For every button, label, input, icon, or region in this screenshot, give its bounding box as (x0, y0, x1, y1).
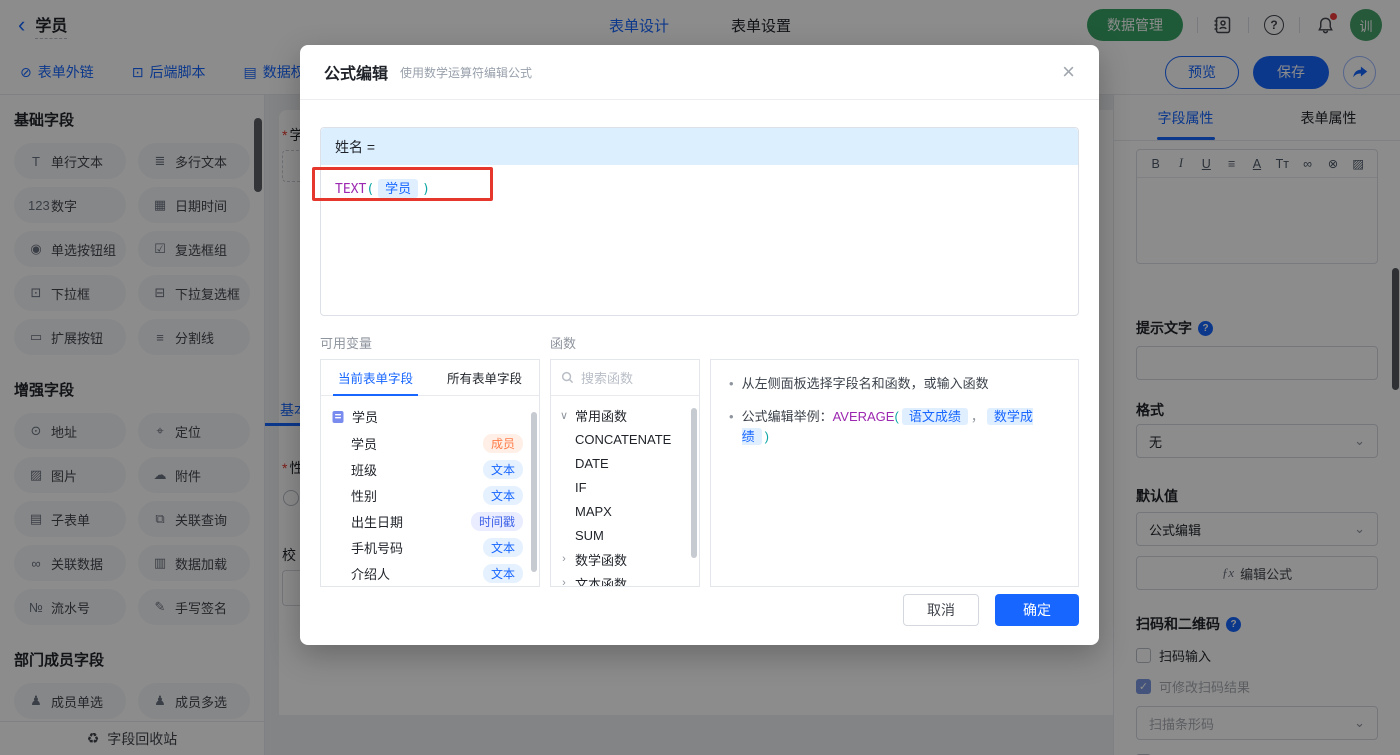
variable-row[interactable]: 出生日期 时间戳 (321, 508, 539, 534)
variable-name: 学员 (351, 436, 378, 452)
variable-row[interactable]: 介绍人 文本 (321, 560, 539, 586)
paren-token: ) (422, 182, 430, 197)
modal-title: 公式编辑 (324, 66, 389, 83)
function-item[interactable]: CONCATENATE (551, 427, 699, 451)
formula-target-row: 姓名 = (321, 128, 1078, 165)
variable-row[interactable]: 性别 文本 (321, 482, 539, 508)
confirm-button[interactable]: 确定 (995, 594, 1079, 626)
form-doc-icon (332, 410, 344, 423)
variable-type-badge: 文本 (482, 485, 523, 505)
formula-editor[interactable]: 姓名 = TEXT(学员) (312, 127, 1079, 316)
scrollbar-thumb[interactable] (531, 412, 537, 572)
variable-type-badge: 文本 (482, 537, 523, 557)
functions-label: 函数 (550, 336, 577, 351)
variable-tree-root[interactable]: 学员 (321, 403, 539, 430)
function-group[interactable]: ∨ 常用函数 (551, 403, 699, 427)
variable-name: 班级 (351, 462, 378, 478)
variable-type-badge: 文本 (482, 563, 523, 583)
formula-edit-modal: 公式编辑 使用数学运算符编辑公式 × 姓名 = TEXT(学员) 可用变量 函数… (300, 45, 1099, 645)
formula-function-token: TEXT (335, 182, 367, 197)
function-label: 常用函数 (575, 408, 628, 424)
function-group[interactable]: › 数学函数 (551, 547, 699, 571)
function-group[interactable]: › 文本函数 (551, 571, 699, 587)
formula-input-area[interactable]: TEXT(学员) (321, 165, 1078, 315)
help-bullet: • 从左侧面板选择字段名和函数，或输入函数 (729, 376, 989, 391)
help-example: • 公式编辑举例：AVERAGE(语文成绩，数学成绩) (729, 408, 1033, 445)
variable-type-badge: 文本 (482, 459, 523, 479)
function-label: 文本函数 (575, 576, 628, 587)
variable-row[interactable]: 学员 成员 (321, 430, 539, 456)
function-label: SUM (575, 527, 604, 543)
function-item[interactable]: DATE (551, 451, 699, 475)
modal-subtitle: 使用数学运算符编辑公式 (400, 65, 533, 80)
function-search-input[interactable]: 搜索函数 (551, 360, 699, 396)
variables-label: 可用变量 (320, 336, 373, 351)
help-panel: • 从左侧面板选择字段名和函数，或输入函数 • 公式编辑举例：AVERAGE(语… (710, 359, 1079, 587)
function-item[interactable]: SUM (551, 523, 699, 547)
variable-name: 手机号码 (351, 540, 404, 556)
tab-all-form-fields[interactable]: 所有表单字段 (430, 360, 539, 395)
search-icon (561, 371, 574, 384)
function-label: DATE (575, 455, 609, 471)
function-label: 数学函数 (575, 552, 628, 568)
tab-current-form-fields[interactable]: 当前表单字段 (321, 360, 430, 396)
close-icon[interactable]: × (1062, 61, 1075, 83)
functions-panel: 搜索函数 ∨ 常用函数 CONCATENATE DATE IF MAPX SUM › 数学函数 ›… (550, 359, 700, 587)
function-item[interactable]: MAPX (551, 499, 699, 523)
paren-token: ( (366, 182, 375, 197)
variables-panel: 当前表单字段 所有表单字段 学员 学员 成员 班级 文本 性别 文本 出生日期 时间戳 手机号码… (320, 359, 540, 587)
variable-name: 出生日期 (351, 514, 404, 530)
variable-row[interactable]: 手机号码 文本 (321, 534, 539, 560)
variable-type-badge: 成员 (482, 433, 523, 453)
chevron-right-icon: › (562, 577, 566, 587)
chevron-down-icon: ∨ (559, 409, 569, 422)
function-label: CONCATENATE (575, 431, 672, 447)
function-label: MAPX (575, 503, 612, 519)
variable-name: 介绍人 (351, 566, 391, 582)
cancel-button[interactable]: 取消 (903, 594, 979, 626)
chevron-right-icon: › (562, 553, 566, 565)
variable-row[interactable]: 班级 文本 (321, 456, 539, 482)
variable-name: 性别 (351, 488, 378, 504)
scrollbar-thumb[interactable] (691, 408, 697, 558)
function-label: IF (575, 479, 587, 495)
variable-type-badge: 时间戳 (470, 511, 523, 531)
formula-field-token[interactable]: 学员 (378, 179, 419, 198)
function-item[interactable]: IF (551, 475, 699, 499)
